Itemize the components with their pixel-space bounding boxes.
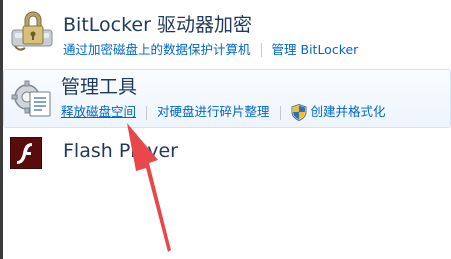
flash-player-item[interactable]: Flash Player — [3, 130, 451, 180]
bitlocker-drive-icon — [9, 8, 57, 56]
bitlocker-title[interactable]: BitLocker 驱动器加密 — [63, 16, 252, 35]
admin-tools-item[interactable]: 管理工具 释放磁盘空间 对硬盘进行碎片整理 创建并格式化 — [3, 69, 451, 128]
flash-player-icon — [10, 137, 42, 169]
flash-player-title[interactable]: Flash Player — [63, 142, 178, 161]
admin-tools-title[interactable]: 管理工具 — [61, 78, 137, 97]
bitlocker-links: 通过加密磁盘上的数据保护计算机 管理 BitLocker — [63, 43, 358, 57]
admin-tools-links: 释放磁盘空间 对硬盘进行碎片整理 创建并格式化 — [61, 103, 386, 122]
free-disk-space-link[interactable]: 释放磁盘空间 — [61, 106, 136, 119]
link-divider — [260, 43, 262, 57]
link-divider — [146, 105, 148, 120]
defragment-disk-link[interactable]: 对硬盘进行碎片整理 — [157, 106, 270, 119]
admin-tools-icon — [10, 78, 54, 122]
bitlocker-item[interactable]: BitLocker 驱动器加密 通过加密磁盘上的数据保护计算机 管理 BitLo… — [3, 0, 451, 68]
link-divider — [279, 105, 281, 120]
manage-bitlocker-link[interactable]: 管理 BitLocker — [272, 43, 359, 57]
create-format-partition-link[interactable]: 创建并格式化 — [311, 106, 386, 119]
uac-shield-icon — [291, 103, 307, 122]
protect-computer-link[interactable]: 通过加密磁盘上的数据保护计算机 — [63, 43, 251, 57]
